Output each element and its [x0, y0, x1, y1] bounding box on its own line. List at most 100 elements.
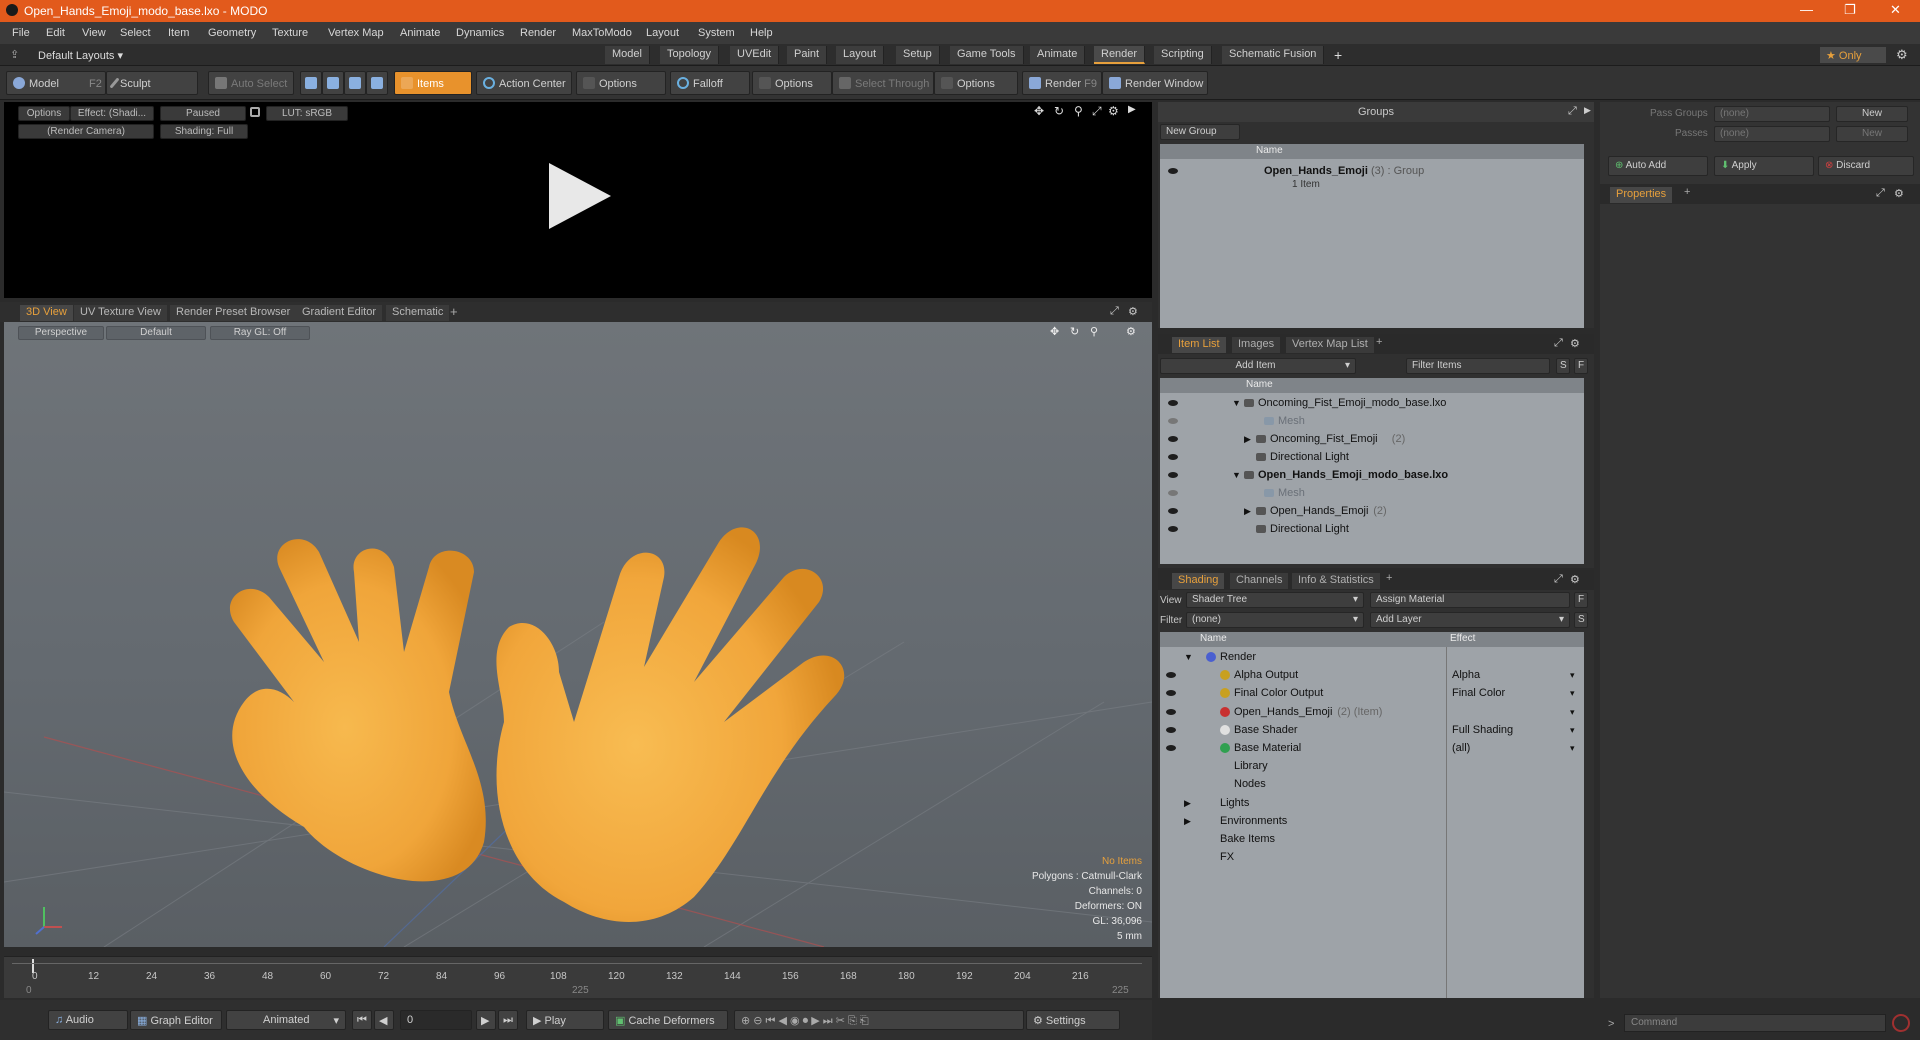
add-properties-tab-button[interactable]: + [1684, 186, 1690, 198]
menu-maxtomodo[interactable]: MaxToModo [572, 27, 632, 39]
pass-groups-dropdown[interactable]: (none) [1714, 106, 1830, 122]
current-frame-field[interactable]: 0 [400, 1010, 472, 1030]
layout-tab-layout[interactable]: Layout [836, 46, 885, 64]
new-group-button[interactable]: New Group [1160, 124, 1240, 140]
layout-tab-topology[interactable]: Topology [660, 46, 720, 64]
expand-arrow-icon[interactable]: ▶ [1244, 430, 1251, 448]
close-button[interactable]: ✕ [1890, 2, 1901, 18]
tab-info-statistics[interactable]: Info & Statistics [1292, 573, 1380, 589]
model-mode-button[interactable]: Model F2 [6, 71, 106, 95]
filter-dropdown[interactable]: (none) ▾ [1186, 612, 1364, 628]
item-row[interactable]: ▶ Open_Hands_Emoji (2) [1160, 502, 1584, 520]
shader-row[interactable]: Alpha Output Alpha ▾ [1160, 666, 1584, 684]
select-materials-button[interactable] [366, 71, 388, 95]
rotate-icon[interactable]: ↻ [1054, 104, 1064, 118]
assign-material-button[interactable]: Assign Material [1370, 592, 1570, 608]
command-input[interactable]: Command [1624, 1014, 1886, 1032]
default-layouts-dropdown[interactable]: Default Layouts ▾ [38, 49, 123, 62]
s-toggle[interactable]: S [1556, 358, 1570, 374]
animated-dropdown[interactable]: Animated ▾ [226, 1010, 346, 1030]
eye-icon[interactable] [1168, 508, 1178, 514]
layout-tab-game-tools[interactable]: Game Tools [950, 46, 1024, 64]
tab-shading[interactable]: Shading [1172, 573, 1225, 589]
expand-arrow-icon[interactable]: ▼ [1184, 648, 1193, 666]
action-center-options-button[interactable]: Options [576, 71, 666, 95]
falloff-options-button[interactable]: Options [752, 71, 832, 95]
chevron-down-icon[interactable]: ▾ [1570, 721, 1575, 739]
falloff-button[interactable]: Falloff [670, 71, 750, 95]
chevron-down-icon[interactable]: ▾ [1570, 739, 1575, 757]
s-toggle[interactable]: S [1574, 612, 1588, 628]
effect-value[interactable]: Full Shading [1452, 721, 1513, 739]
menu-animate[interactable]: Animate [400, 27, 440, 39]
chevron-down-icon[interactable]: ▾ [1570, 703, 1575, 721]
expand-arrow-icon[interactable]: ▼ [1232, 466, 1241, 484]
chevron-down-icon[interactable]: ▾ [1570, 666, 1575, 684]
key-tools-group[interactable]: ⊕ ⊖ ⏮ ◀ ◉ ⏺ ▶ ⏭ ✂ ⎘ ⎗ [734, 1010, 1024, 1030]
layouts-icon[interactable]: ⇪ [10, 48, 19, 61]
expand-arrow-icon[interactable]: ▶ [1184, 794, 1191, 812]
add-view-tab-button[interactable]: + [450, 304, 458, 319]
tab-vertex-map-list[interactable]: Vertex Map List [1286, 337, 1374, 353]
layout-tab-setup[interactable]: Setup [896, 46, 940, 64]
go-to-start-button[interactable]: ⏮ [352, 1010, 372, 1030]
filter-items-field[interactable]: Filter Items [1406, 358, 1550, 374]
maximize-icon[interactable]: ⤢ [1568, 105, 1577, 118]
item-row[interactable]: Mesh [1160, 412, 1584, 430]
tab-3d-view[interactable]: 3D View [20, 305, 73, 321]
settings-icon[interactable]: ⚙ [1570, 573, 1580, 586]
tab-schematic[interactable]: Schematic [386, 305, 450, 321]
render-preview[interactable]: Options Effect: (Shadi... Paused LUT: sR… [4, 102, 1152, 298]
f-toggle[interactable]: F [1574, 358, 1588, 374]
maximize-icon[interactable]: ⤢ [1554, 337, 1563, 350]
view-dropdown[interactable]: Shader Tree ▾ [1186, 592, 1364, 608]
stop-icon[interactable] [1892, 1014, 1910, 1032]
select-polygons-button[interactable] [344, 71, 366, 95]
auto-add-button[interactable]: ⊕ Auto Add [1608, 156, 1708, 176]
item-list[interactable]: Name ▼ Oncoming_Fist_Emoji_modo_base.lxo M… [1160, 378, 1584, 564]
shader-row[interactable]: Bake Items [1160, 830, 1584, 848]
items-mode-button[interactable]: Items [394, 71, 472, 95]
effect-value[interactable]: (all) [1452, 739, 1470, 757]
add-item-dropdown[interactable]: Add Item ▾ [1160, 358, 1356, 374]
eye-icon[interactable] [1168, 418, 1178, 424]
render-window-button[interactable]: Render Window [1102, 71, 1208, 95]
pan-icon[interactable]: ✥ [1034, 104, 1044, 118]
menu-select[interactable]: Select [120, 27, 151, 39]
item-row[interactable]: ▼ Open_Hands_Emoji_modo_base.lxo [1160, 466, 1584, 484]
layout-tab-schematic-fusion[interactable]: Schematic Fusion [1222, 46, 1325, 64]
menu-file[interactable]: File [12, 27, 30, 39]
expand-icon[interactable]: ▶ [1584, 105, 1591, 116]
graph-editor-button[interactable]: ▦ Graph Editor [130, 1010, 222, 1030]
eye-icon[interactable] [1166, 690, 1176, 697]
shader-row[interactable]: Nodes [1160, 775, 1584, 793]
shader-row[interactable]: FX [1160, 848, 1584, 866]
add-tab-button[interactable]: + [1386, 572, 1392, 584]
f-toggle[interactable]: F [1574, 592, 1588, 608]
tab-properties[interactable]: Properties [1610, 187, 1673, 203]
select-through-options-button[interactable]: Options [934, 71, 1018, 95]
previous-frame-button[interactable]: ◀ [374, 1010, 394, 1030]
new-pass-group-button[interactable]: New [1836, 106, 1908, 122]
menu-render[interactable]: Render [520, 27, 556, 39]
only-toggle[interactable]: ★ Only [1820, 47, 1886, 63]
shader-row[interactable]: Base Material (all) ▾ [1160, 739, 1584, 757]
new-pass-button[interactable]: New [1836, 126, 1908, 142]
menu-system[interactable]: System [698, 27, 735, 39]
eye-icon[interactable] [1168, 490, 1178, 496]
select-through-button[interactable]: Select Through [832, 71, 934, 95]
expand-arrow-icon[interactable]: ▼ [1232, 394, 1241, 412]
eye-icon[interactable] [1166, 726, 1176, 733]
item-row[interactable]: Directional Light [1160, 448, 1584, 466]
apply-button[interactable]: ⬇ Apply [1714, 156, 1814, 176]
eye-icon[interactable] [1168, 436, 1178, 442]
play-button[interactable]: ▶ Play [526, 1010, 604, 1030]
shader-row[interactable]: Library [1160, 757, 1584, 775]
render-button[interactable]: Render F9 [1022, 71, 1102, 95]
3d-viewport[interactable]: Perspective Default Ray GL: Off ✥ ↻ ⚲ ⚙ [4, 322, 1152, 947]
chevron-down-icon[interactable]: ▾ [1570, 684, 1575, 702]
eye-icon[interactable] [1166, 745, 1176, 751]
maximize-icon[interactable]: ⤢ [1876, 187, 1885, 200]
menu-item[interactable]: Item [168, 27, 189, 39]
expand-icon[interactable]: ▶ [1128, 104, 1136, 115]
